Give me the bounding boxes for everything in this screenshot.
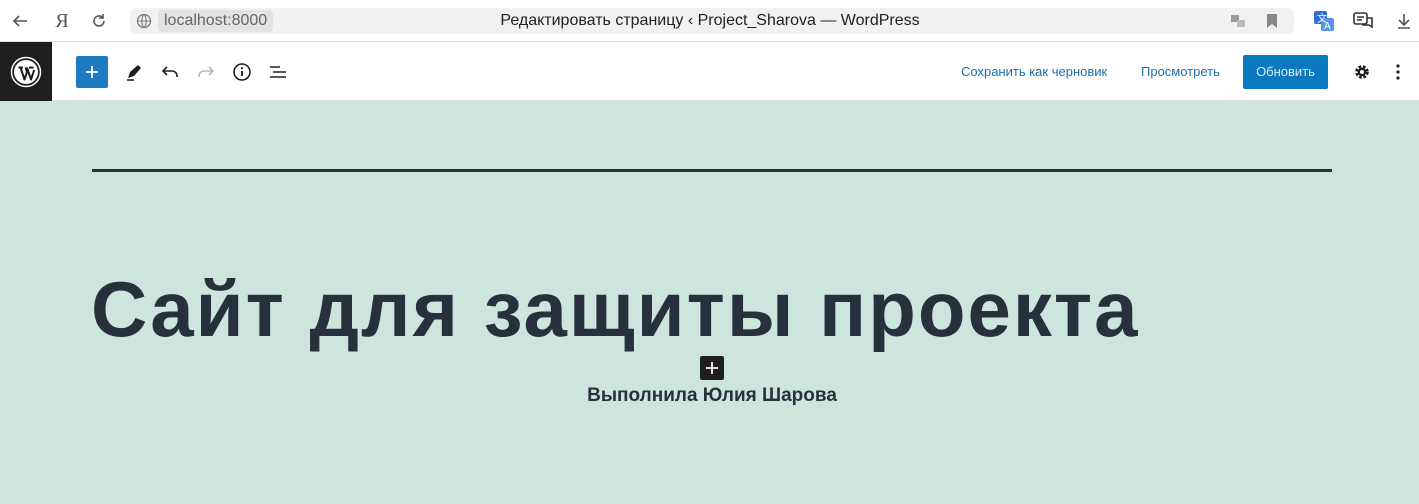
plus-icon [706,362,718,374]
svg-text:A: A [1324,21,1331,32]
editor-toolbar: Сохранить как черновик Просмотреть Обнов… [0,42,1419,101]
separator-block[interactable] [92,169,1332,172]
add-block-button[interactable] [76,56,108,88]
wordpress-icon[interactable] [0,42,52,101]
plus-icon [86,66,98,78]
url-text[interactable]: localhost:8000 [158,10,274,32]
pencil-icon[interactable] [118,56,150,88]
bookmark-icon[interactable] [1260,9,1284,33]
gear-icon[interactable] [1346,56,1378,88]
browser-bar: Я localhost:8000 Редактировать страницу … [0,0,1419,42]
preview-button[interactable]: Просмотреть [1141,42,1220,101]
incognito-icon[interactable] [1226,9,1250,33]
back-icon[interactable] [8,9,32,33]
kebab-icon[interactable] [1382,56,1414,88]
undo-icon[interactable] [154,56,186,88]
save-draft-button[interactable]: Сохранить как черновик [961,42,1107,101]
update-button[interactable]: Обновить [1243,55,1328,89]
page-heading[interactable]: Сайт для защиты проекта [91,264,1140,354]
translate-icon[interactable]: 文A [1312,9,1336,33]
yandex-icon[interactable]: Я [50,9,74,33]
redo-icon[interactable] [190,56,222,88]
chat-icon[interactable] [1351,9,1375,33]
info-icon[interactable] [226,56,258,88]
editor-canvas[interactable]: Сайт для защиты проекта Выполнила Юлия Ш… [0,101,1419,504]
download-icon[interactable] [1392,9,1416,33]
author-paragraph[interactable]: Выполнила Юлия Шарова [0,385,1419,407]
list-view-icon[interactable] [262,56,294,88]
reload-icon[interactable] [87,9,111,33]
block-inserter-button[interactable] [700,356,724,380]
page-tab-title: Редактировать страницу ‹ Project_Sharova… [500,12,920,29]
site-info-icon[interactable] [132,9,156,33]
